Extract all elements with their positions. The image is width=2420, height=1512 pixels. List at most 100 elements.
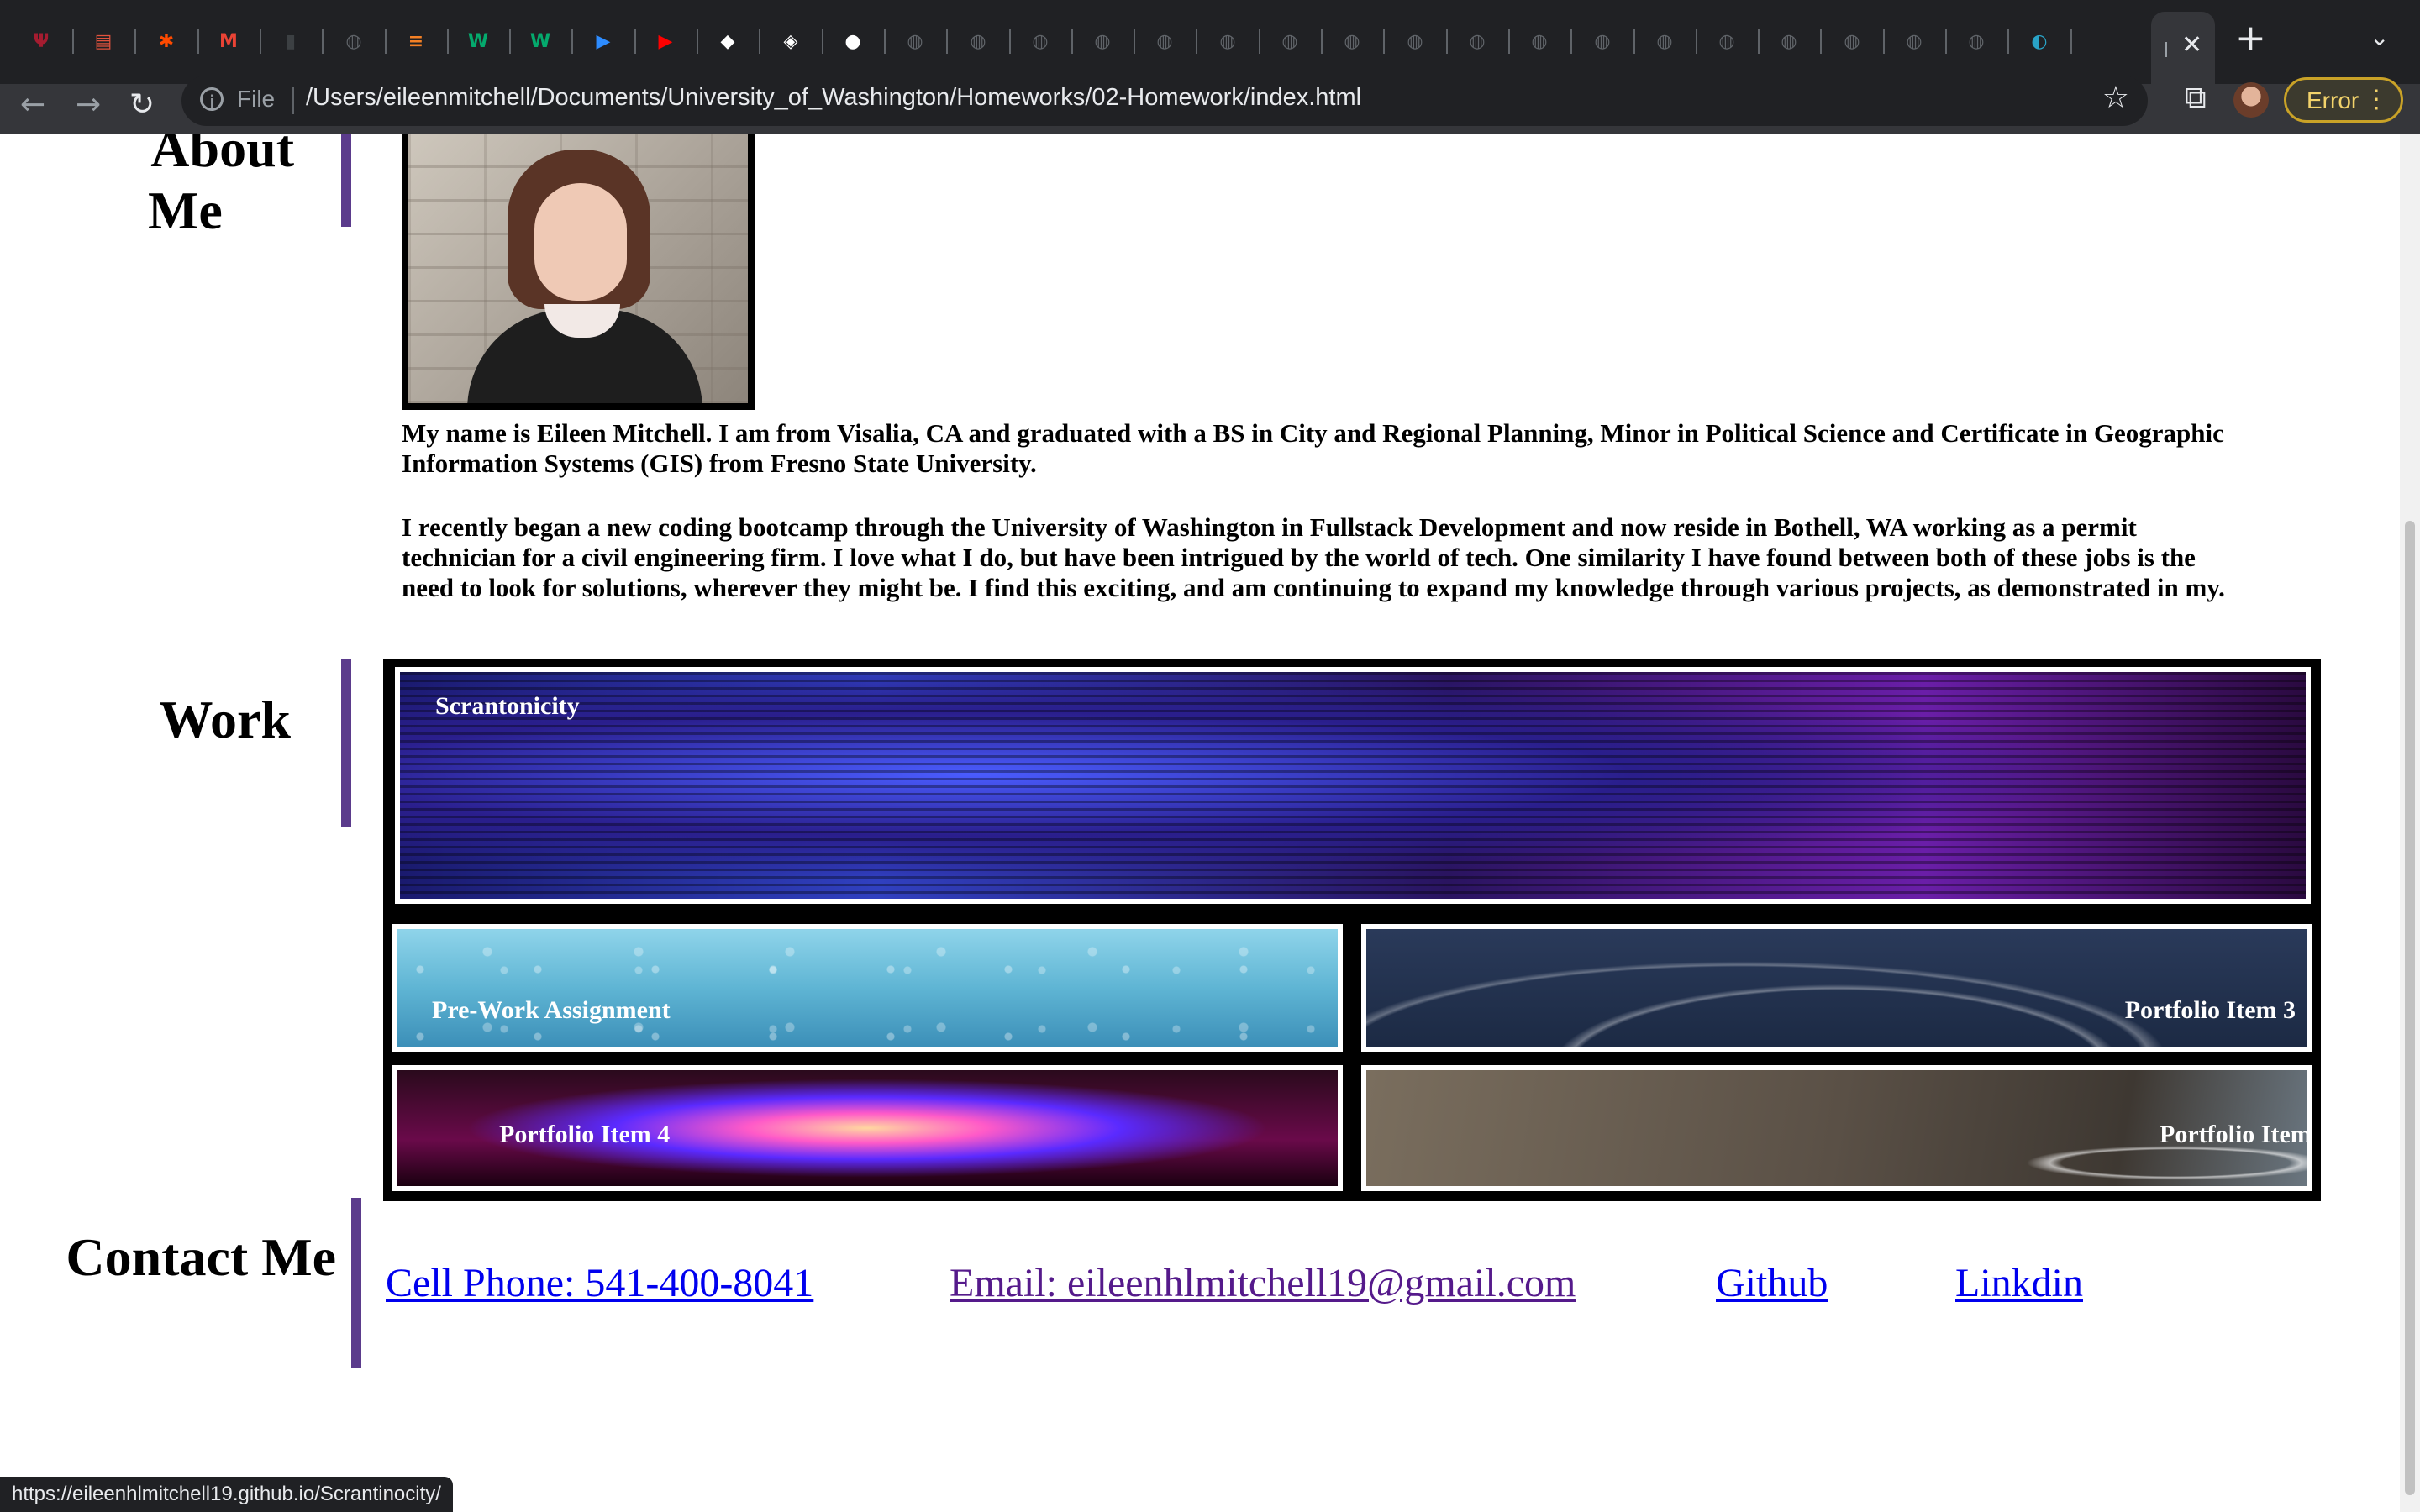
bookmark-star-icon[interactable]: ☆	[2102, 81, 2129, 115]
about-paragraph-2: I recently began a new coding bootcamp t…	[402, 512, 2225, 602]
gmail-icon[interactable]: M	[213, 25, 245, 57]
tab-separator	[697, 29, 698, 54]
tab-separator	[322, 29, 324, 54]
tab-separator	[447, 29, 449, 54]
github-icon[interactable]: ●	[837, 25, 869, 57]
work-item-portfolio-4[interactable]: Portfolio Item 4	[392, 1065, 1343, 1191]
tab-separator	[1446, 29, 1448, 54]
globe-icon[interactable]: ◍	[962, 25, 994, 57]
globe-icon[interactable]: ◍	[1336, 25, 1368, 57]
bootcamp-icon[interactable]: ▤	[87, 25, 119, 57]
globe-icon[interactable]: ◍	[1586, 25, 1618, 57]
globe-icon[interactable]: ◍	[1649, 25, 1681, 57]
site-info-icon[interactable]: i	[200, 87, 224, 112]
edge-icon[interactable]: ◐	[2023, 25, 2055, 57]
harvard-icon[interactable]: Ψ	[25, 25, 57, 57]
zoom-icon[interactable]: ▶	[587, 25, 619, 57]
tab-separator	[759, 29, 760, 54]
profile-photo	[402, 134, 755, 410]
work-grid: Scrantonicity Pre-Work Assignment Portfo…	[383, 659, 2321, 1201]
globe-icon[interactable]: ◍	[1898, 25, 1930, 57]
tab-separator	[1570, 29, 1572, 54]
globe-icon[interactable]: ◍	[1960, 25, 1992, 57]
tab-separator	[1945, 29, 1947, 54]
url-text[interactable]: /Users/eileenmitchell/Documents/Universi…	[306, 84, 1361, 112]
photo-face	[534, 183, 627, 301]
globe-icon[interactable]: ◍	[1523, 25, 1555, 57]
tab-separator	[1696, 29, 1697, 54]
globe-icon[interactable]: ◍	[1399, 25, 1431, 57]
omnibox-divider	[292, 87, 294, 114]
browser-menu-icon[interactable]: ⋮	[2364, 85, 2389, 114]
work-item-label: Portfolio Item 5	[2160, 1121, 2312, 1148]
tab-separator	[571, 29, 573, 54]
work-item-label: Scrantonicity	[435, 692, 580, 720]
contact-accent-bar	[351, 1198, 361, 1368]
globe-icon[interactable]: ◍	[1274, 25, 1306, 57]
zapier-icon[interactable]: ✱	[150, 25, 182, 57]
work-item-portfolio-5[interactable]: Portfolio Item 5	[1361, 1065, 2312, 1191]
globe-icon[interactable]: ◍	[1836, 25, 1868, 57]
globe-icon[interactable]: ◍	[338, 25, 370, 57]
slack-icon[interactable]: ◆	[712, 25, 744, 57]
tab-separator	[197, 29, 199, 54]
phone-link[interactable]: Cell Phone: 541-400-8041	[386, 1260, 813, 1306]
tab-separator	[1508, 29, 1510, 54]
globe-icon[interactable]: ◍	[1461, 25, 1493, 57]
about-me-heading: About Me	[134, 134, 294, 242]
page-scrollbar[interactable]	[2400, 134, 2420, 1512]
book-icon[interactable]: ▮	[275, 25, 307, 57]
globe-icon[interactable]: ◍	[1212, 25, 1244, 57]
tab-separator	[2007, 29, 2009, 54]
tab-separator	[260, 29, 261, 54]
close-tab-icon[interactable]: ✕	[2181, 30, 2202, 60]
stackoverflow-icon[interactable]: ≡	[400, 25, 432, 57]
linkedin-link[interactable]: Linkdin	[1955, 1260, 2083, 1306]
about-heading-line2: Me	[148, 181, 223, 240]
youtube-icon[interactable]: ▶	[650, 25, 681, 57]
globe-icon[interactable]: ◍	[1024, 25, 1056, 57]
globe-icon[interactable]: ◍	[899, 25, 931, 57]
globe-icon[interactable]: ◍	[1149, 25, 1181, 57]
reload-button[interactable]: ↻	[129, 87, 155, 122]
profile-avatar[interactable]	[2233, 82, 2269, 118]
work-item-scrantonicity[interactable]: Scrantonicity	[395, 667, 2311, 904]
globe-icon[interactable]: ◍	[1086, 25, 1118, 57]
work-item-pre-work[interactable]: Pre-Work Assignment	[392, 924, 1343, 1052]
tab-separator	[1134, 29, 1135, 54]
tab-search-chevron-icon[interactable]: ⌄	[2370, 24, 2389, 51]
work-item-label: Pre-Work Assignment	[432, 996, 671, 1024]
back-button[interactable]: ←	[20, 87, 45, 122]
tab-separator	[1196, 29, 1197, 54]
active-tab[interactable]: ✕	[2151, 12, 2215, 84]
globe-icon[interactable]: ◍	[1711, 25, 1743, 57]
tab-separator	[822, 29, 823, 54]
tab-strip: Ψ ▤ ✱ M ▮ ◍ ≡ W W ▶ ▶ ◆ ◈ ● ◍ ◍ ◍ ◍ ◍ ◍ ◍ ◍ ◍ ◍ ◍ ◍ ◍ ◍ ◍ ◍ ◍ ◍ ◐ ✕ + ⌄	[0, 0, 2420, 84]
forward-button[interactable]: →	[76, 87, 101, 122]
tab-separator	[1383, 29, 1385, 54]
url-scheme: File	[237, 86, 276, 112]
tab-separator	[1883, 29, 1885, 54]
tab-separator	[634, 29, 636, 54]
new-tab-button[interactable]: +	[2235, 17, 2266, 60]
github-link[interactable]: Github	[1716, 1260, 1828, 1306]
page-viewport: About Me My name is Eileen Mitchell. I a…	[0, 134, 2400, 1512]
work-accent-bar	[341, 659, 351, 827]
w3schools-icon[interactable]: W	[462, 25, 494, 57]
codepen-icon[interactable]: ◈	[775, 25, 807, 57]
active-tab-title-fragment	[2165, 42, 2167, 57]
work-item-portfolio-3[interactable]: Portfolio Item 3	[1361, 924, 2312, 1052]
w3schools-icon[interactable]: W	[524, 25, 556, 57]
about-paragraph-1: My name is Eileen Mitchell. I am from Vi…	[402, 418, 2224, 478]
status-bubble-url: https://eileenhlmitchell19.github.io/Scr…	[0, 1477, 453, 1512]
error-button[interactable]: Error ⋮	[2284, 77, 2403, 123]
tab-separator	[509, 29, 511, 54]
email-link[interactable]: Email: eileenhlmitchell19@gmail.com	[950, 1260, 1576, 1306]
globe-icon[interactable]: ◍	[1773, 25, 1805, 57]
address-bar[interactable]: i File /Users/eileenmitchell/Documents/U…	[182, 76, 2148, 126]
extensions-puzzle-icon[interactable]: ⧉	[2185, 81, 2207, 116]
tab-separator	[134, 29, 136, 54]
work-heading: Work	[159, 690, 291, 749]
scrollbar-thumb[interactable]	[2405, 521, 2415, 1495]
about-heading-line1: About	[150, 134, 294, 178]
